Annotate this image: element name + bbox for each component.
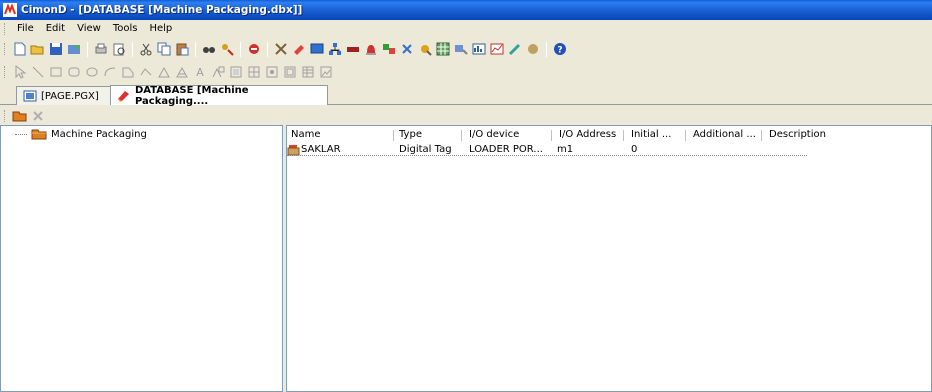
column-io-device[interactable]: I/O device [465, 128, 547, 142]
column-type[interactable]: Type [395, 128, 465, 142]
tree-item-root[interactable]: Machine Packaging [19, 128, 147, 140]
image-icon[interactable] [209, 64, 226, 81]
group-icon[interactable] [227, 64, 244, 81]
tab-page[interactable]: [PAGE.PGX] [16, 86, 122, 105]
page-icon [23, 90, 37, 102]
network-icon[interactable] [326, 41, 343, 58]
separator [87, 41, 88, 57]
frame-icon[interactable] [281, 64, 298, 81]
tag-list[interactable]: Name Type I/O device I/O Address Initial… [286, 125, 932, 392]
find-icon[interactable] [200, 41, 217, 58]
save-icon[interactable] [47, 41, 64, 58]
menu-tools[interactable]: Tools [107, 23, 144, 34]
tab-database-label: DATABASE [Machine Packaging.... [135, 84, 249, 107]
tool-icon[interactable] [272, 41, 289, 58]
separator [195, 41, 196, 57]
print-icon[interactable] [92, 41, 109, 58]
copy-icon[interactable] [155, 41, 172, 58]
database-icon[interactable] [290, 41, 307, 58]
menu-grip[interactable] [4, 22, 7, 35]
column-divider [551, 130, 552, 141]
drawing-toolbar: A [0, 61, 932, 83]
table-grid-icon[interactable] [299, 64, 316, 81]
column-divider [461, 130, 462, 141]
chart-icon[interactable] [452, 41, 469, 58]
tag-group-tree[interactable]: Machine Packaging [0, 125, 283, 392]
separator [132, 41, 133, 57]
list-header: Name Type I/O device I/O Address Initial… [287, 128, 931, 142]
open-icon[interactable] [29, 41, 46, 58]
tree-item-label: Machine Packaging [51, 128, 147, 140]
report-icon[interactable] [470, 41, 487, 58]
ungroup-icon[interactable] [245, 64, 262, 81]
picture-icon[interactable] [317, 64, 334, 81]
ellipse-icon[interactable] [83, 64, 100, 81]
toolbar-grip[interactable] [4, 109, 7, 122]
text-icon[interactable]: A [191, 64, 208, 81]
pie-icon[interactable] [155, 64, 172, 81]
polyline-icon[interactable] [137, 64, 154, 81]
delete-icon[interactable] [245, 41, 262, 58]
line-icon[interactable] [29, 64, 46, 81]
separator [267, 41, 268, 57]
pointer-icon[interactable] [11, 64, 28, 81]
menu-file[interactable]: File [11, 23, 40, 34]
add-group-icon[interactable] [11, 107, 28, 124]
project-icon[interactable] [65, 41, 82, 58]
rectangle-icon[interactable] [47, 64, 64, 81]
io-icon[interactable] [344, 41, 361, 58]
recipe-icon[interactable] [506, 41, 523, 58]
polygon-icon[interactable] [119, 64, 136, 81]
add-tag-icon[interactable] [29, 107, 46, 124]
toolbar-grip[interactable] [4, 66, 7, 78]
column-divider [685, 130, 686, 141]
window-title: CimonD - [DATABASE [Machine Packaging.db… [21, 4, 303, 16]
column-name[interactable]: Name [287, 128, 377, 142]
screen-icon[interactable] [308, 41, 325, 58]
database-icon [117, 89, 131, 102]
svg-text:A: A [196, 66, 204, 79]
app-icon[interactable] [3, 3, 17, 17]
document-tabs: [PAGE.PGX] DATABASE [Machine Packaging..… [0, 84, 932, 107]
menu-view[interactable]: View [71, 23, 107, 34]
print-preview-icon[interactable] [110, 41, 127, 58]
column-divider [393, 130, 394, 141]
rounded-rect-icon[interactable] [65, 64, 82, 81]
arc-icon[interactable] [101, 64, 118, 81]
svg-text:?: ? [557, 46, 562, 56]
alarm-icon[interactable] [362, 41, 379, 58]
tab-page-label: [PAGE.PGX] [41, 90, 99, 102]
new-icon[interactable] [11, 41, 28, 58]
tab-database[interactable]: DATABASE [Machine Packaging.... [110, 84, 328, 107]
menu-bar: File Edit View Tools Help [0, 20, 932, 37]
replace-icon[interactable] [218, 41, 235, 58]
toolbar-grip[interactable] [4, 43, 7, 55]
column-io-address[interactable]: I/O Address [555, 128, 625, 142]
tag-icon[interactable] [524, 41, 541, 58]
table-icon[interactable] [263, 64, 280, 81]
chord-icon[interactable] [173, 64, 190, 81]
standard-toolbar: ? [0, 38, 932, 60]
cut-icon[interactable] [137, 41, 154, 58]
column-initial[interactable]: Initial ... [627, 128, 683, 142]
separator [240, 41, 241, 57]
menu-help[interactable]: Help [143, 23, 178, 34]
menu-edit[interactable]: Edit [40, 23, 71, 34]
paste-icon[interactable] [173, 41, 190, 58]
database-toolbar [0, 106, 932, 125]
column-divider [623, 130, 624, 141]
column-description[interactable]: Description [765, 128, 855, 142]
help-icon[interactable]: ? [551, 41, 568, 58]
user-icon[interactable] [380, 41, 397, 58]
column-additional[interactable]: Additional ... [689, 128, 761, 142]
column-divider [761, 130, 762, 141]
script-icon[interactable] [398, 41, 415, 58]
folder-icon [31, 128, 47, 140]
separator [546, 41, 547, 57]
settings-icon[interactable] [416, 41, 433, 58]
trend-icon[interactable] [488, 41, 505, 58]
grid-icon[interactable] [434, 41, 451, 58]
title-bar: CimonD - [DATABASE [Machine Packaging.db… [0, 0, 932, 20]
row-focus-outline [287, 155, 807, 156]
